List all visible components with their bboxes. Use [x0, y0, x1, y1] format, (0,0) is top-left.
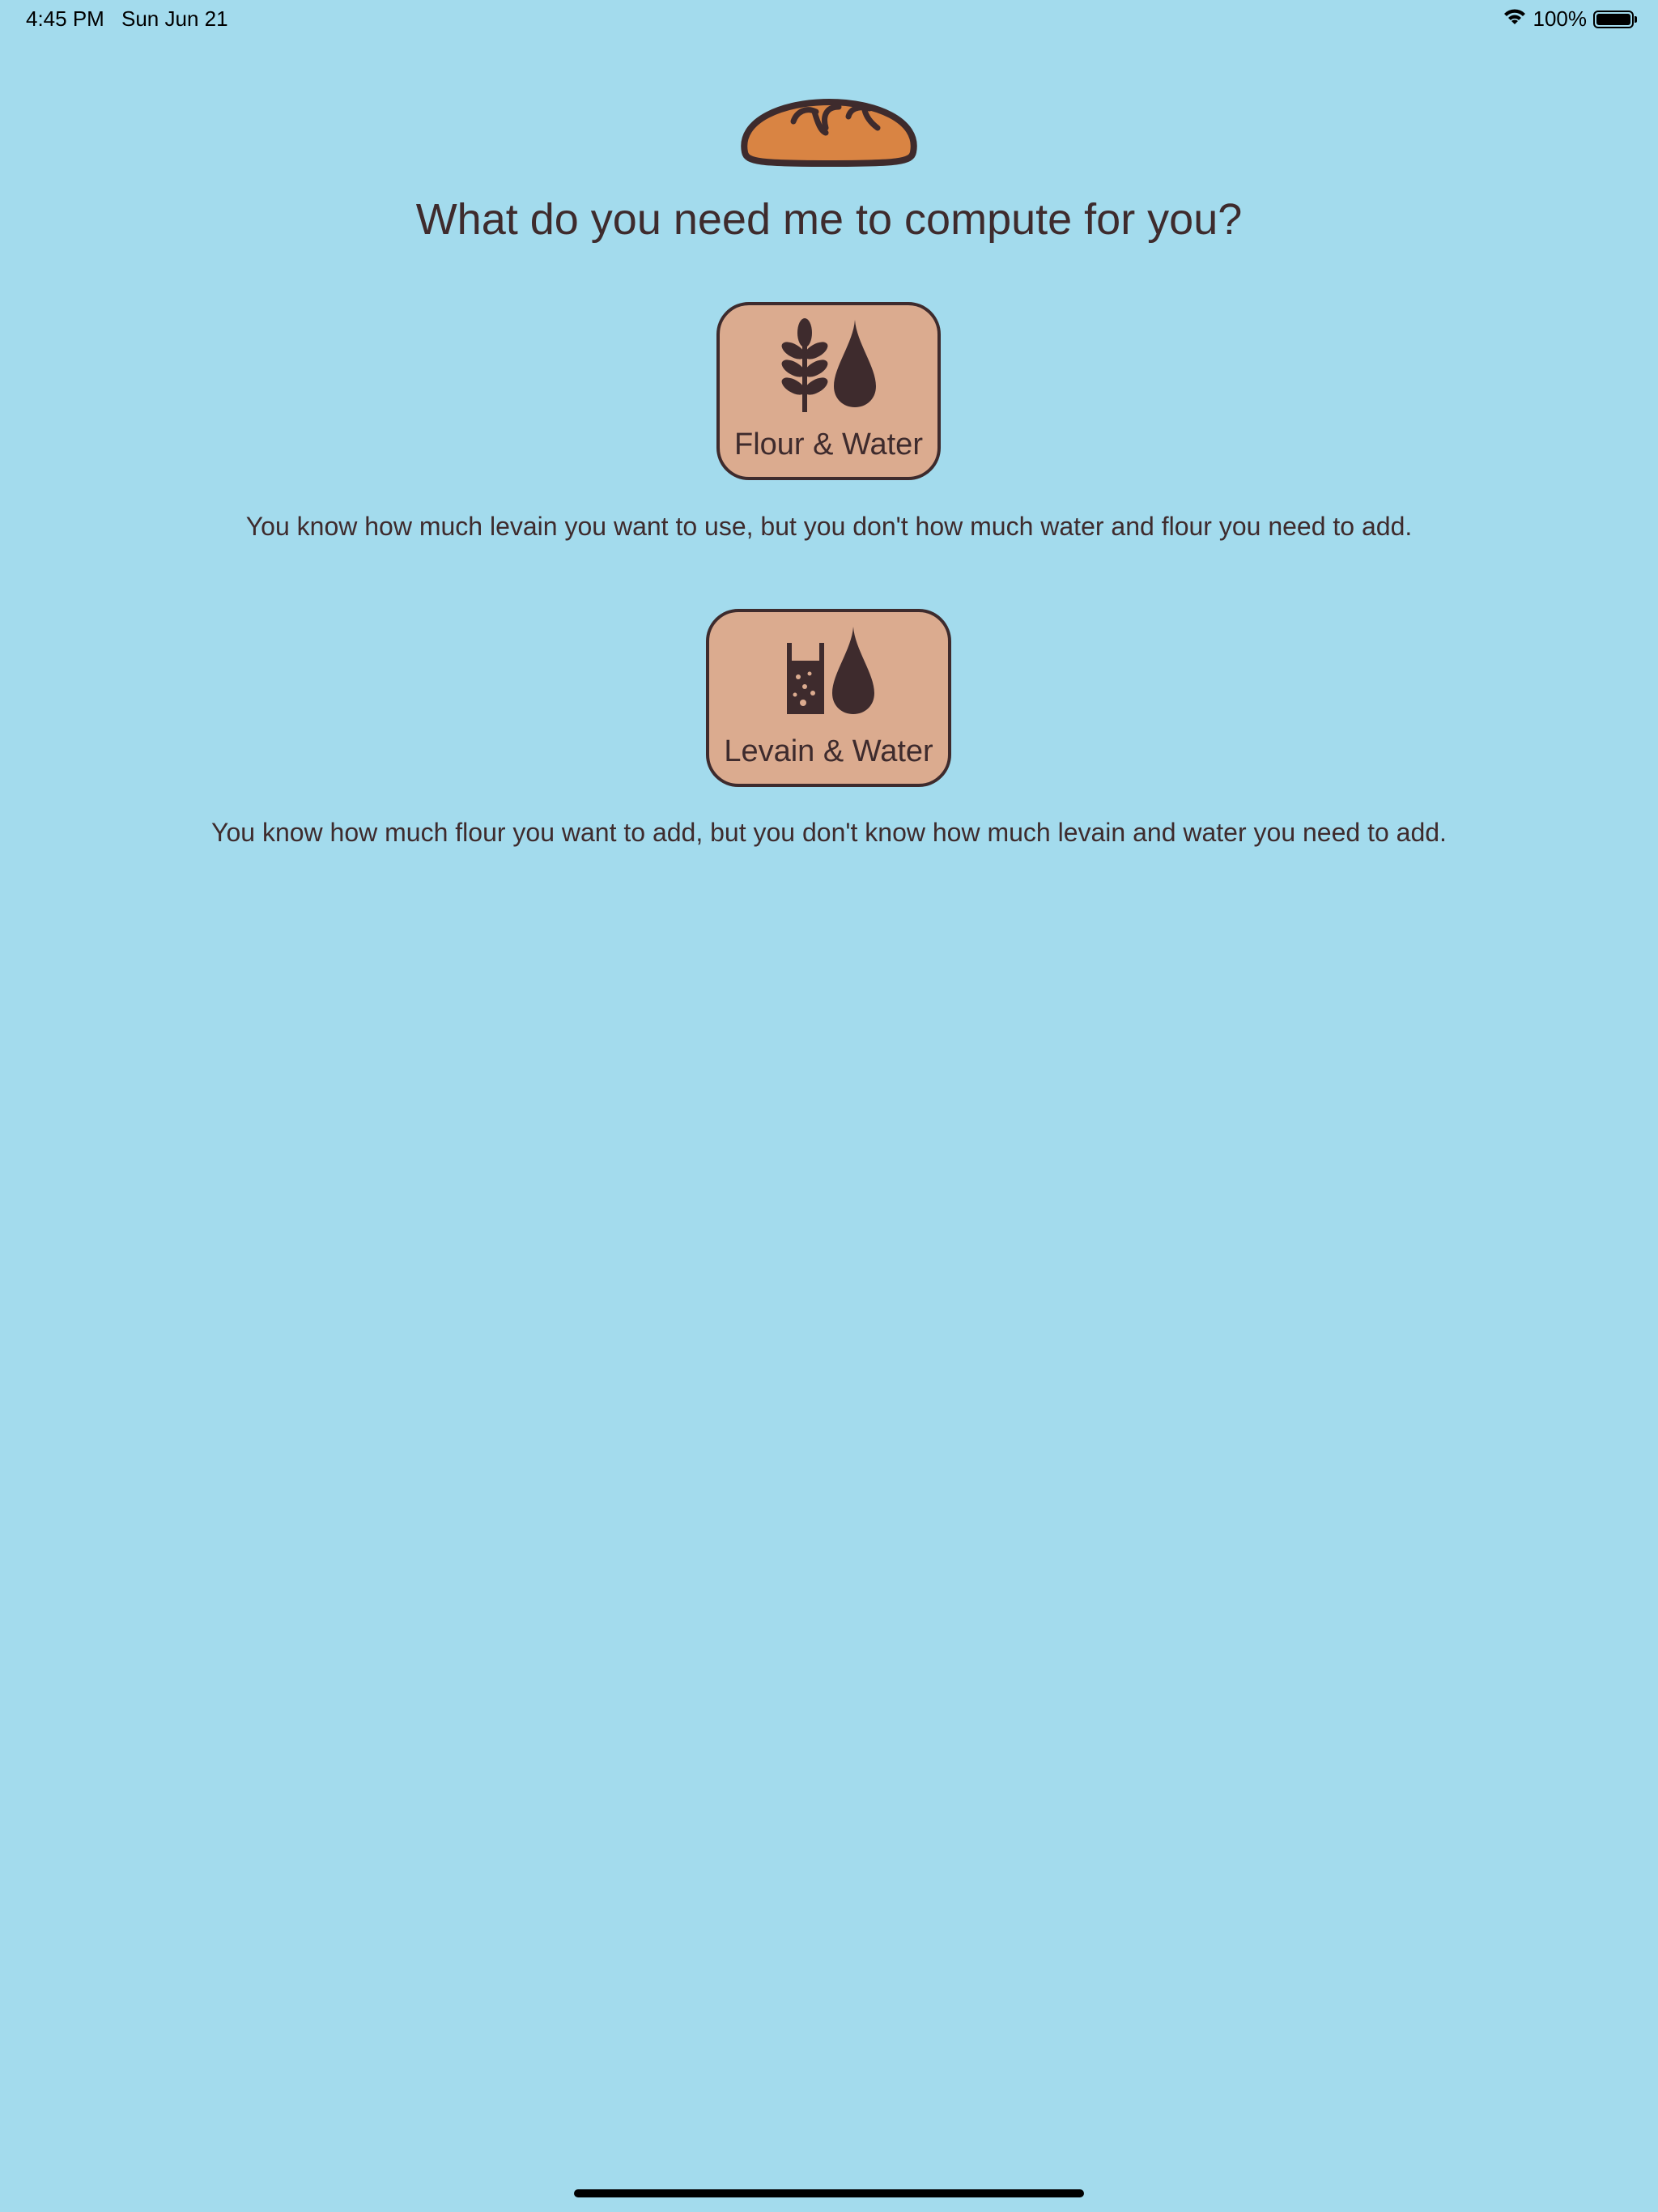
option-icons	[720, 318, 937, 416]
flour-and-water-description: You know how much levain you want to use…	[245, 512, 1413, 541]
wifi-icon	[1503, 6, 1527, 32]
status-bar: 4:45 PM Sun Jun 21 100%	[0, 0, 1658, 39]
battery-icon	[1593, 10, 1637, 28]
wheat-icon	[780, 318, 829, 416]
flour-and-water-button[interactable]: Flour & Water	[716, 302, 941, 480]
option-icons	[709, 625, 948, 723]
levain-jar-icon	[782, 625, 827, 723]
option-label: Flour & Water	[734, 428, 923, 462]
battery-percent: 100%	[1533, 6, 1588, 31]
bread-icon	[735, 87, 923, 168]
home-indicator[interactable]	[574, 2189, 1084, 2197]
page-title: What do you need me to compute for you?	[415, 195, 1243, 244]
levain-and-water-button[interactable]: Levain & Water	[706, 609, 951, 787]
water-drop-icon	[831, 625, 876, 723]
status-indicators: 100%	[1503, 6, 1637, 32]
status-time: 4:45 PM	[26, 6, 104, 31]
status-date: Sun Jun 21	[121, 6, 228, 31]
water-drop-icon	[832, 318, 878, 416]
levain-and-water-description: You know how much flour you want to add,…	[211, 818, 1447, 847]
option-label: Levain & Water	[724, 734, 933, 768]
